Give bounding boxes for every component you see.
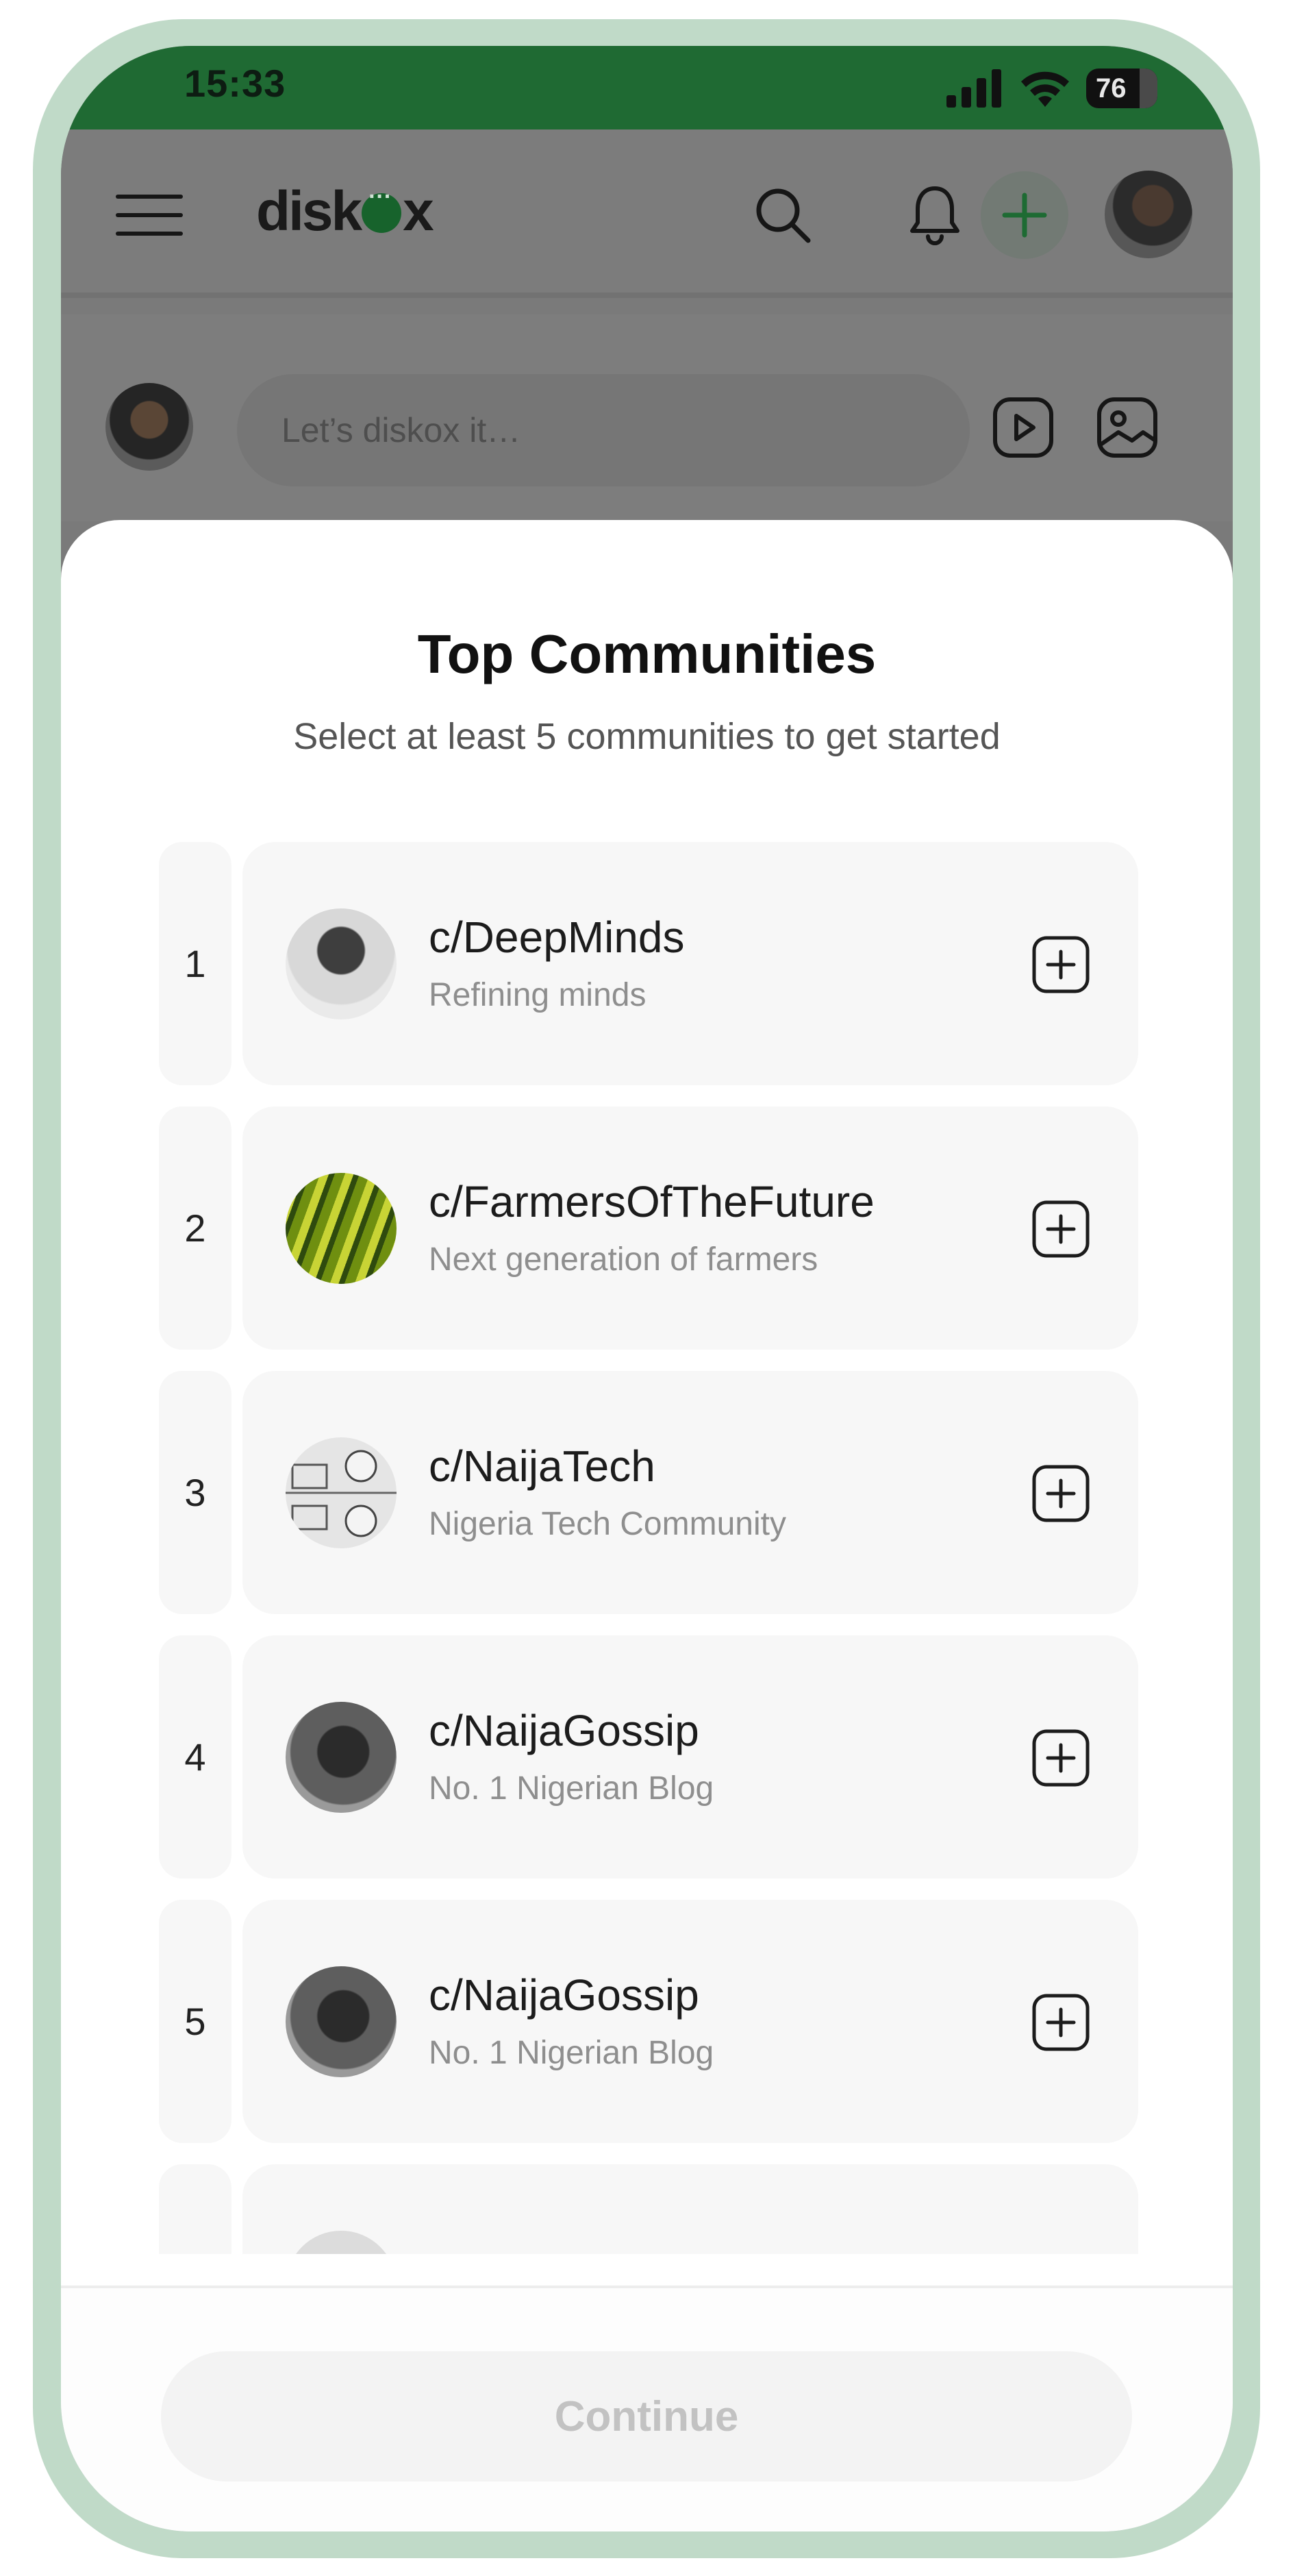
community-row: 3 c/NaijaTech Nigeria Tech Community [159, 1371, 1138, 1614]
status-icons: 76 [946, 66, 1157, 110]
search-icon [756, 188, 811, 243]
community-name: c/NaijaGossip [429, 1970, 699, 2020]
search-button[interactable] [750, 182, 816, 248]
community-name: c/FarmersOfTheFuture [429, 1177, 875, 1226]
community-avatar [286, 1966, 397, 2077]
community-avatar [286, 2231, 397, 2254]
community-row: 1 c/DeepMinds Refining minds [159, 842, 1138, 1085]
user-avatar [105, 383, 193, 471]
sheet-title: Top Communities [417, 623, 877, 684]
rank-badge: 3 [159, 1371, 231, 1614]
rank-badge: 5 [159, 1900, 231, 2143]
join-community-button[interactable] [1031, 1464, 1090, 1523]
join-community-button[interactable] [1031, 935, 1090, 994]
community-name: c/DeepMinds [429, 913, 685, 962]
phone-screen: 15:33 76 diskx [61, 46, 1233, 2531]
community-description: No. 1 Nigerian Blog [429, 2035, 714, 2071]
join-community-button[interactable] [1031, 1200, 1090, 1259]
community-row: 4 c/NaijaGossip No. 1 Nigerian Blog [159, 1635, 1138, 1879]
continue-button[interactable]: Continue [161, 2351, 1132, 2481]
battery-level: 76 [1096, 73, 1127, 103]
plus-icon [1002, 193, 1047, 238]
community-card[interactable]: c/FarmersOfTheFuture Next generation of … [242, 1106, 1138, 1350]
diskox-logo[interactable]: diskx [256, 179, 434, 244]
community-description: No. 1 Nigerian Blog [429, 1770, 714, 1807]
create-post-button[interactable] [981, 171, 1068, 259]
status-time: 15:33 [184, 62, 286, 105]
community-card[interactable]: c/NaijaGossip No. 1 Nigerian Blog [242, 1635, 1138, 1879]
post-composer: Let’s diskox it… [61, 314, 1233, 521]
community-avatar [286, 1437, 397, 1548]
menu-icon[interactable] [116, 195, 183, 236]
top-communities-sheet: Top Communities Select at least 5 commun… [61, 520, 1233, 2531]
community-list[interactable]: 1 c/DeepMinds Refining minds 2 c/Farmers… [159, 842, 1138, 2254]
community-description: Refining minds [429, 977, 646, 1013]
rank-badge: 2 [159, 1106, 231, 1350]
join-community-button[interactable] [1031, 1729, 1090, 1787]
community-name: c/NaijaGossip [429, 1706, 699, 1755]
status-bar: 15:33 76 [61, 46, 1233, 129]
battery-icon: 76 [1086, 69, 1157, 108]
community-description: Nigeria Tech Community [429, 1506, 786, 1542]
notifications-button[interactable] [902, 182, 968, 248]
wifi-icon [1021, 71, 1069, 107]
community-avatar [286, 1173, 397, 1284]
compose-input[interactable]: Let’s diskox it… [237, 374, 970, 486]
sheet-subtitle: Select at least 5 communities to get sta… [293, 716, 1001, 757]
app-header: diskx [61, 129, 1233, 298]
rank-badge: 1 [159, 842, 231, 1085]
community-avatar [286, 1702, 397, 1813]
community-name: c/NaijaTech [429, 1441, 655, 1491]
profile-avatar[interactable] [1105, 171, 1192, 258]
community-card[interactable]: c/NaijaGossip No. 1 Nigerian Blog [242, 1900, 1138, 2143]
community-description: Next generation of farmers [429, 1241, 818, 1278]
sheet-footer: Continue [61, 2286, 1233, 2531]
rank-badge: 4 [159, 1635, 231, 1879]
community-row: 5 c/NaijaGossip No. 1 Nigerian Blog [159, 1900, 1138, 2143]
community-card[interactable] [242, 2164, 1138, 2254]
community-avatar [286, 908, 397, 1019]
join-community-button[interactable] [1031, 1993, 1090, 2052]
comic-avatar-icon [286, 1450, 397, 1537]
community-row [159, 2164, 1138, 2254]
signal-icon [946, 69, 1001, 108]
community-row: 2 c/FarmersOfTheFuture Next generation o… [159, 1106, 1138, 1350]
rank-badge [159, 2164, 231, 2254]
community-card[interactable]: c/NaijaTech Nigeria Tech Community [242, 1371, 1138, 1614]
bell-icon [910, 186, 959, 245]
video-icon[interactable] [991, 395, 1055, 460]
image-icon[interactable] [1095, 395, 1159, 460]
community-card[interactable]: c/DeepMinds Refining minds [242, 842, 1138, 1085]
